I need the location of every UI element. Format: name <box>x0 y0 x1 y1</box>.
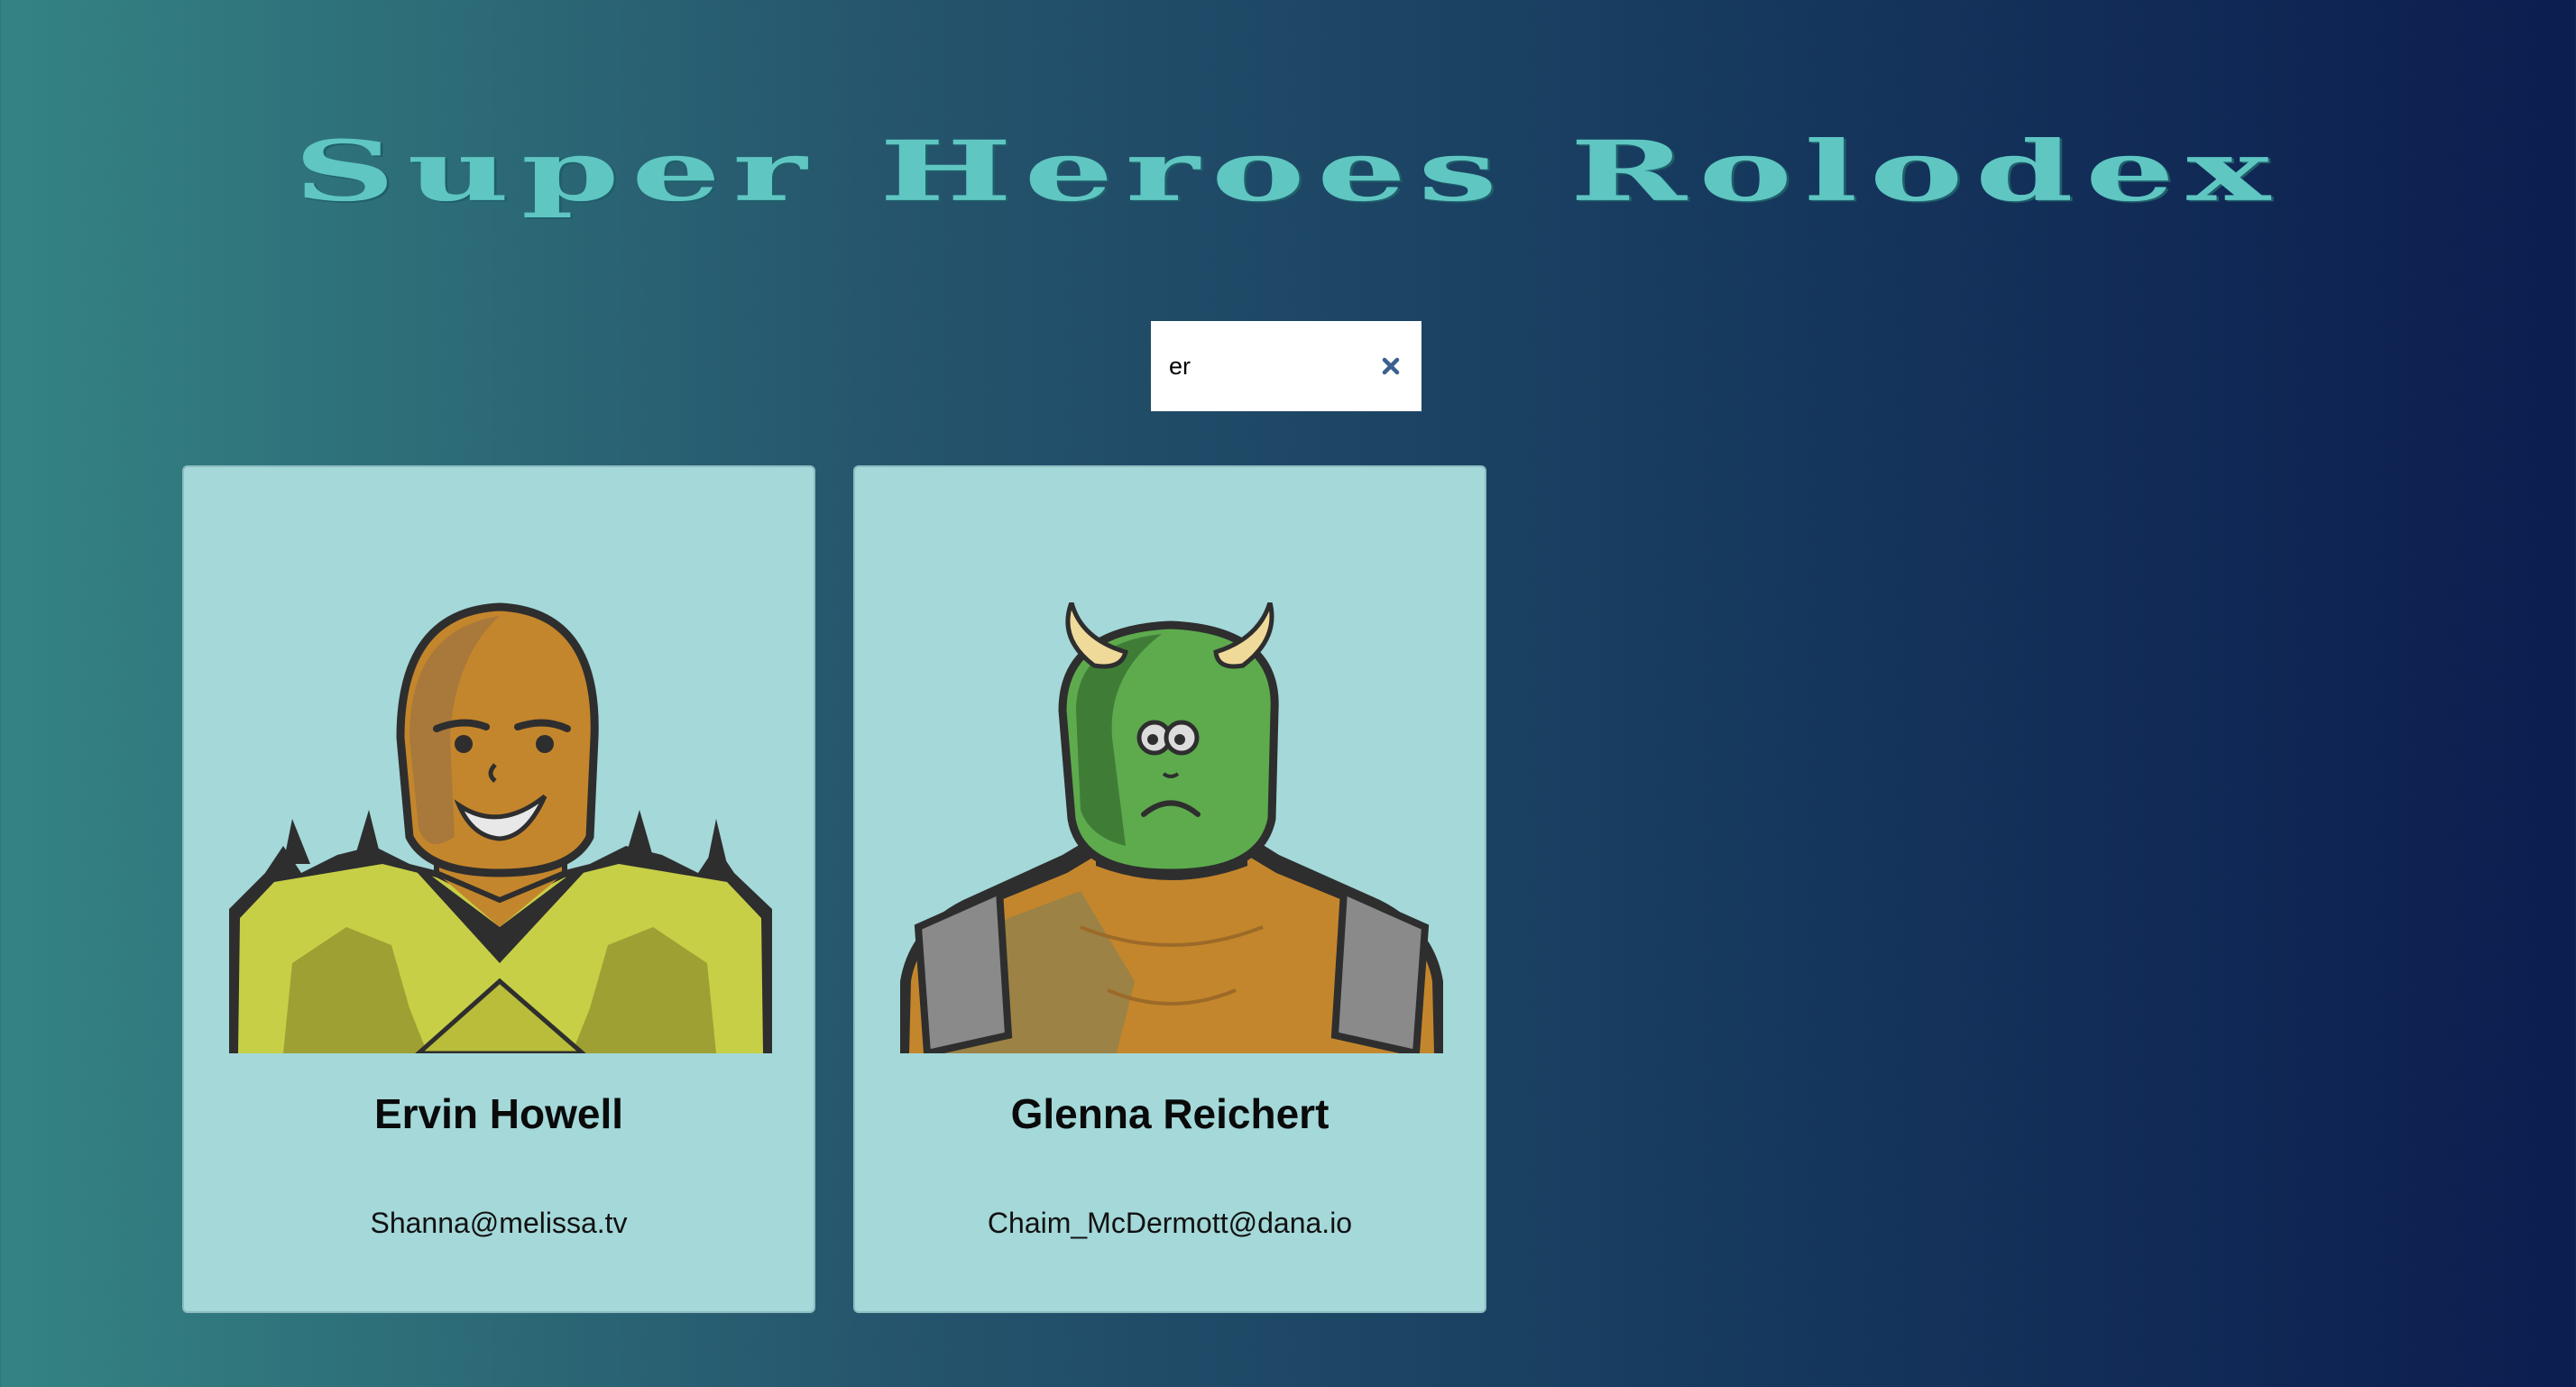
green-horned-monster-avatar <box>900 602 1443 1053</box>
search-box <box>1151 321 1421 411</box>
yellow-armored-hero-avatar <box>229 602 772 1053</box>
page-title: Super Heroes Rolodex <box>293 122 2283 220</box>
monster-card[interactable]: Glenna Reichert Chaim_McDermott@dana.io <box>853 465 1486 1313</box>
search-input[interactable] <box>1151 321 1358 411</box>
card-name: Glenna Reichert <box>1010 1090 1329 1137</box>
close-icon <box>1382 357 1400 375</box>
clear-search-button[interactable] <box>1378 354 1403 379</box>
card-name: Ervin Howell <box>373 1090 624 1137</box>
card-email: Chaim_McDermott@dana.io <box>987 1207 1353 1239</box>
card-email: Shanna@melissa.tv <box>370 1207 628 1239</box>
monster-card[interactable]: Ervin Howell Shanna@melissa.tv <box>182 465 815 1313</box>
